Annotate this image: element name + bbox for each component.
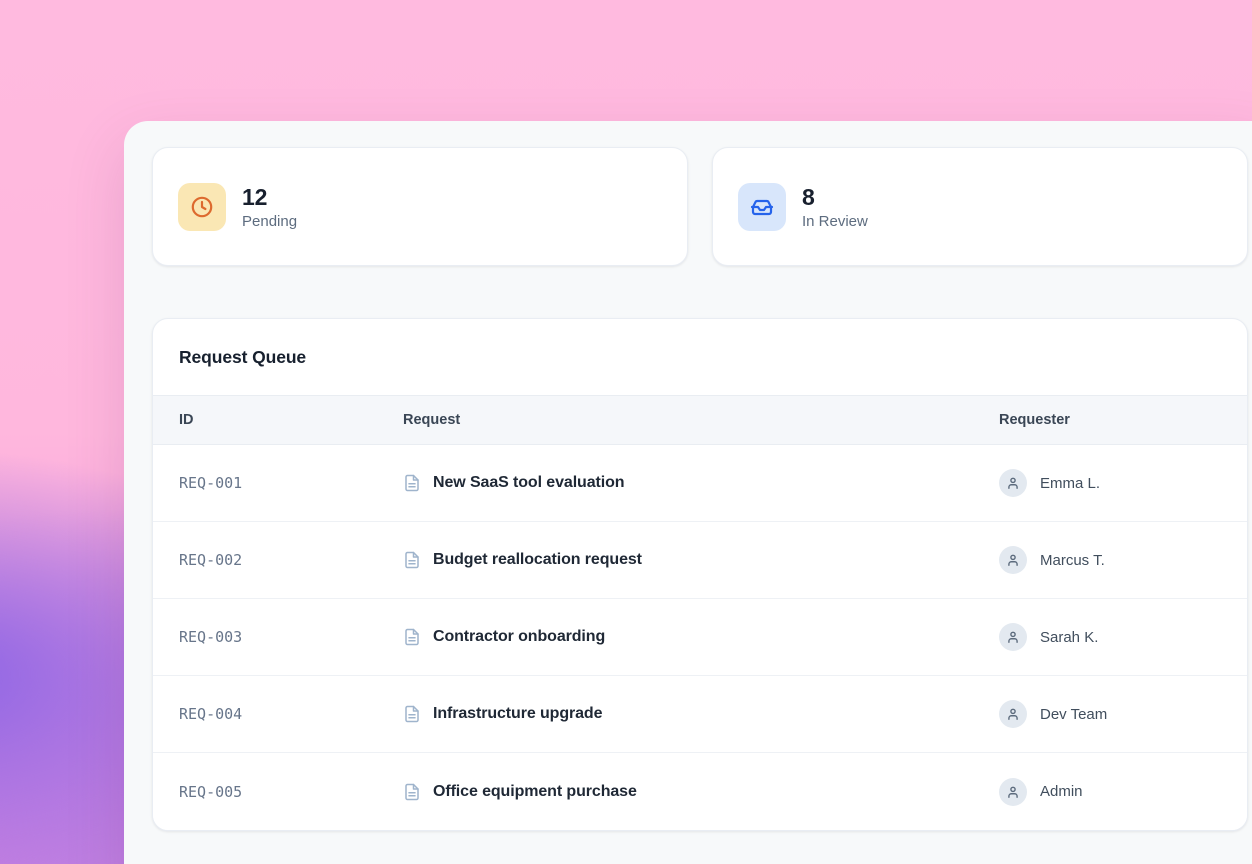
file-text-icon [403, 783, 421, 801]
requester-name: Emma L. [1040, 475, 1100, 492]
stat-card-pending[interactable]: 12 Pending [152, 147, 688, 266]
requester-name: Sarah K. [1040, 629, 1098, 646]
row-id: REQ-004 [179, 705, 403, 723]
requester-name: Marcus T. [1040, 552, 1105, 569]
user-icon [999, 623, 1027, 651]
row-id: REQ-005 [179, 783, 403, 801]
stat-value: 12 [242, 183, 297, 212]
row-requester-cell: Dev Team [999, 700, 1221, 728]
main-panel: 12 Pending 8 In Review Request Queue ID … [124, 121, 1252, 864]
row-requester-cell: Marcus T. [999, 546, 1221, 574]
requester-name: Dev Team [1040, 706, 1107, 723]
stat-value: 8 [802, 183, 868, 212]
request-title: Budget reallocation request [433, 551, 642, 569]
column-header-requester: Requester [999, 412, 1221, 428]
stat-text: 12 Pending [242, 183, 297, 231]
request-title: Infrastructure upgrade [433, 705, 602, 723]
row-requester-cell: Admin [999, 778, 1221, 806]
stat-label: Pending [242, 213, 297, 230]
table-row[interactable]: REQ-004 Infrastructure upgrade Dev Team [153, 676, 1247, 753]
requester-name: Admin [1040, 783, 1083, 800]
file-text-icon [403, 551, 421, 569]
user-icon [999, 546, 1027, 574]
table-body: REQ-001 New SaaS tool evaluation Emma L. [153, 445, 1247, 830]
row-id: REQ-001 [179, 474, 403, 492]
row-id: REQ-003 [179, 628, 403, 646]
row-request-cell: Infrastructure upgrade [403, 705, 999, 723]
row-request-cell: Contractor onboarding [403, 628, 999, 646]
table-row[interactable]: REQ-002 Budget reallocation request Marc… [153, 522, 1247, 599]
table-row[interactable]: REQ-003 Contractor onboarding Sarah K. [153, 599, 1247, 676]
stat-label: In Review [802, 213, 868, 230]
column-header-request: Request [403, 412, 999, 428]
file-text-icon [403, 628, 421, 646]
user-icon [999, 469, 1027, 497]
table-row[interactable]: REQ-001 New SaaS tool evaluation Emma L. [153, 445, 1247, 522]
row-request-cell: Budget reallocation request [403, 551, 999, 569]
inbox-icon [738, 183, 786, 231]
column-header-id: ID [179, 412, 403, 428]
table-row[interactable]: REQ-005 Office equipment purchase Admin [153, 753, 1247, 830]
row-requester-cell: Emma L. [999, 469, 1221, 497]
user-icon [999, 700, 1027, 728]
stat-card-in-review[interactable]: 8 In Review [712, 147, 1248, 266]
user-icon [999, 778, 1027, 806]
clock-icon [178, 183, 226, 231]
table-header-row: ID Request Requester [153, 395, 1247, 445]
file-text-icon [403, 705, 421, 723]
row-request-cell: New SaaS tool evaluation [403, 474, 999, 492]
table-title: Request Queue [153, 319, 1247, 395]
stat-text: 8 In Review [802, 183, 868, 231]
row-request-cell: Office equipment purchase [403, 783, 999, 801]
request-title: Contractor onboarding [433, 628, 605, 646]
stats-row: 12 Pending 8 In Review [152, 147, 1248, 266]
request-queue-card: Request Queue ID Request Requester REQ-0… [152, 318, 1248, 831]
file-text-icon [403, 474, 421, 492]
request-title: New SaaS tool evaluation [433, 474, 624, 492]
row-requester-cell: Sarah K. [999, 623, 1221, 651]
row-id: REQ-002 [179, 551, 403, 569]
request-title: Office equipment purchase [433, 783, 637, 801]
